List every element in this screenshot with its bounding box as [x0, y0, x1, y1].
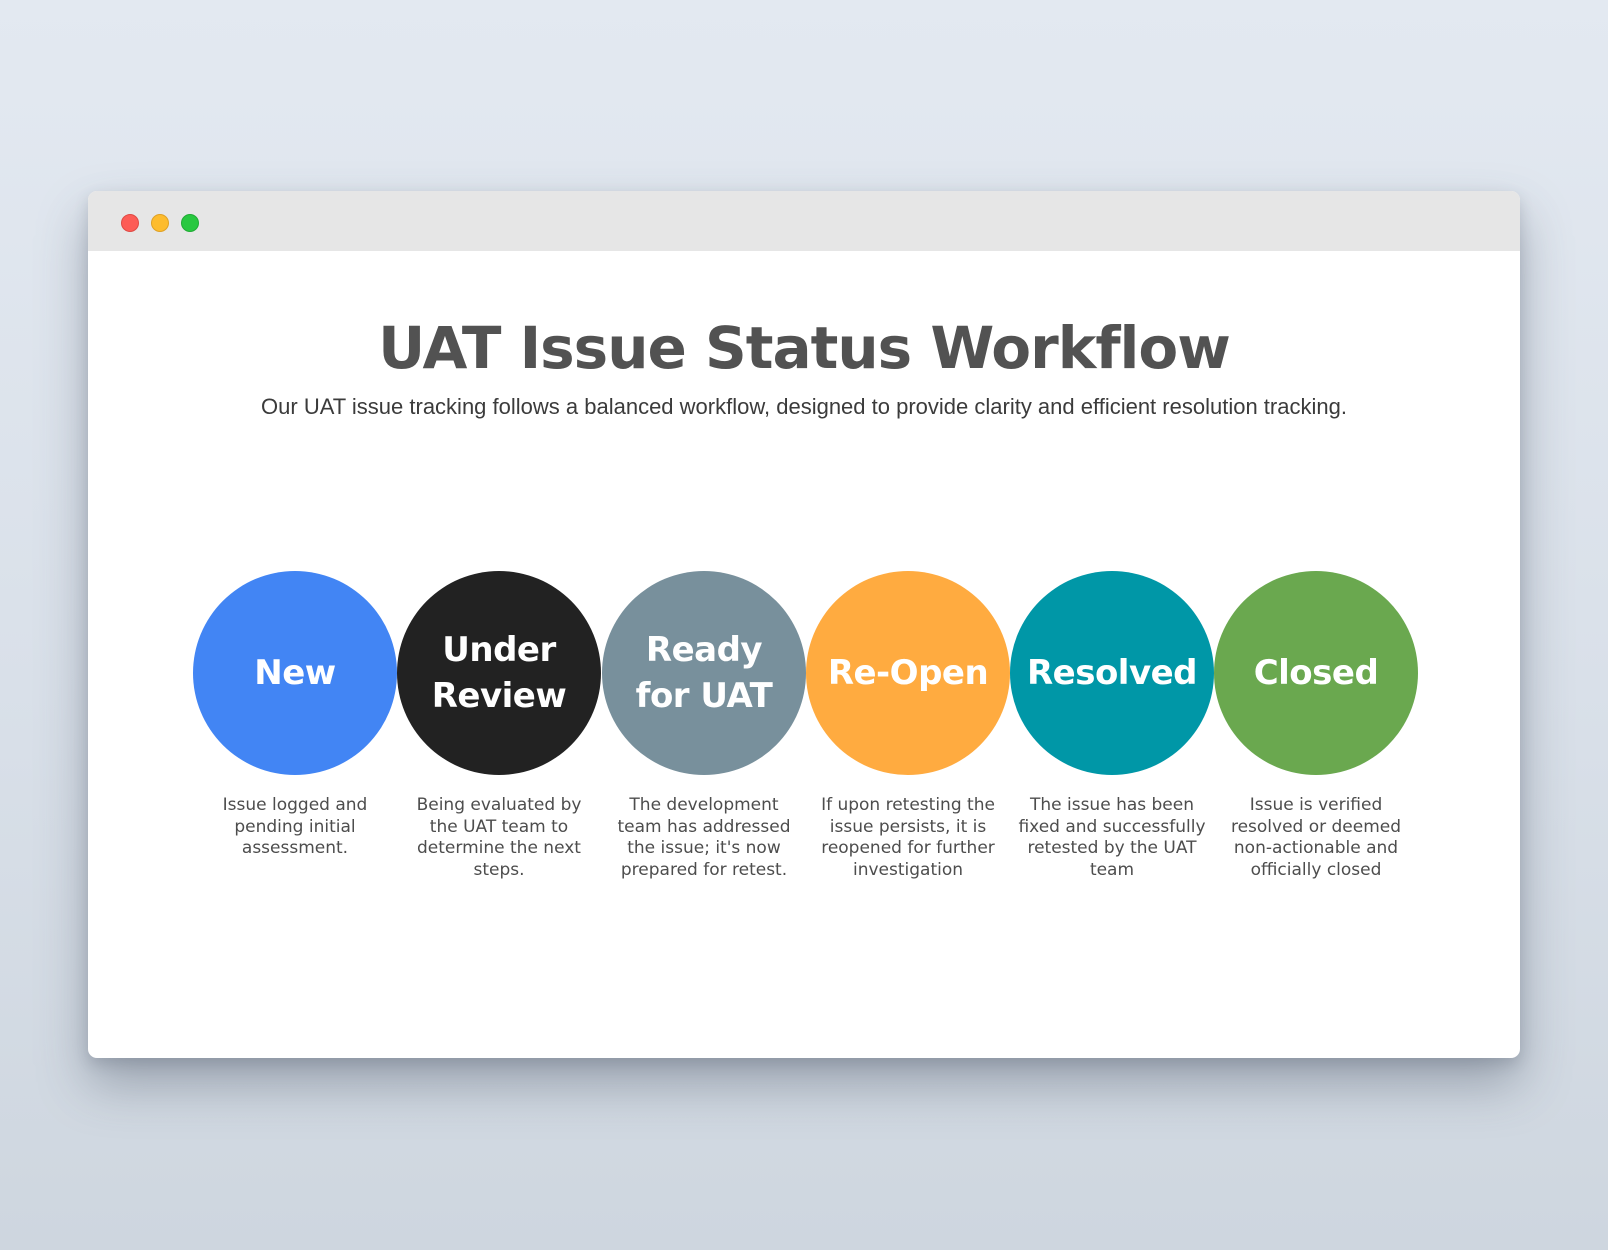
stage-description: If upon retesting the issue persists, it… — [821, 795, 995, 880]
window-titlebar — [88, 191, 1520, 251]
stage-description: The development team has addressed the i… — [617, 795, 791, 880]
minimize-window-button[interactable] — [151, 214, 169, 232]
stage-label: Under Review — [431, 630, 567, 716]
stage-label: Resolved — [1026, 653, 1198, 693]
browser-window: UAT Issue Status Workflow Our UAT issue … — [88, 191, 1520, 1058]
stage-re-open: Re-Open If upon retesting the issue pers… — [806, 571, 1010, 881]
stage-resolved: Resolved The issue has been fixed and su… — [1010, 571, 1214, 881]
stage-circle: Resolved — [1010, 571, 1214, 775]
stage-label: New — [254, 653, 336, 693]
stage-description: Issue logged and pending initial assessm… — [222, 795, 368, 858]
stage-description: Issue is verified resolved or deemed non… — [1230, 795, 1402, 880]
stage-circle: Closed — [1214, 571, 1418, 775]
stage-label: Closed — [1253, 653, 1379, 693]
stage-circle: Ready for UAT — [602, 571, 806, 775]
stage-under-review: Under Review Being evaluated by the UAT … — [397, 571, 601, 881]
stage-circle: Re-Open — [806, 571, 1010, 775]
stage-description: The issue has been fixed and successfull… — [1018, 795, 1206, 880]
workflow-stages: New Issue logged and pending initial ass… — [193, 571, 1423, 911]
stage-ready-for-uat: Ready for UAT The development team has a… — [602, 571, 806, 881]
stage-label: Ready for UAT — [635, 630, 773, 716]
stage-description: Being evaluated by the UAT team to deter… — [416, 795, 582, 880]
close-window-button[interactable] — [121, 214, 139, 232]
page-subtitle: Our UAT issue tracking follows a balance… — [261, 394, 1347, 419]
stage-closed: Closed Issue is verified resolved or dee… — [1214, 571, 1418, 881]
stage-circle: New — [193, 571, 397, 775]
page-title: UAT Issue Status Workflow — [378, 314, 1231, 382]
stage-circle: Under Review — [397, 571, 601, 775]
maximize-window-button[interactable] — [181, 214, 199, 232]
stage-new: New Issue logged and pending initial ass… — [193, 571, 397, 860]
stage-label: Re-Open — [827, 653, 989, 693]
